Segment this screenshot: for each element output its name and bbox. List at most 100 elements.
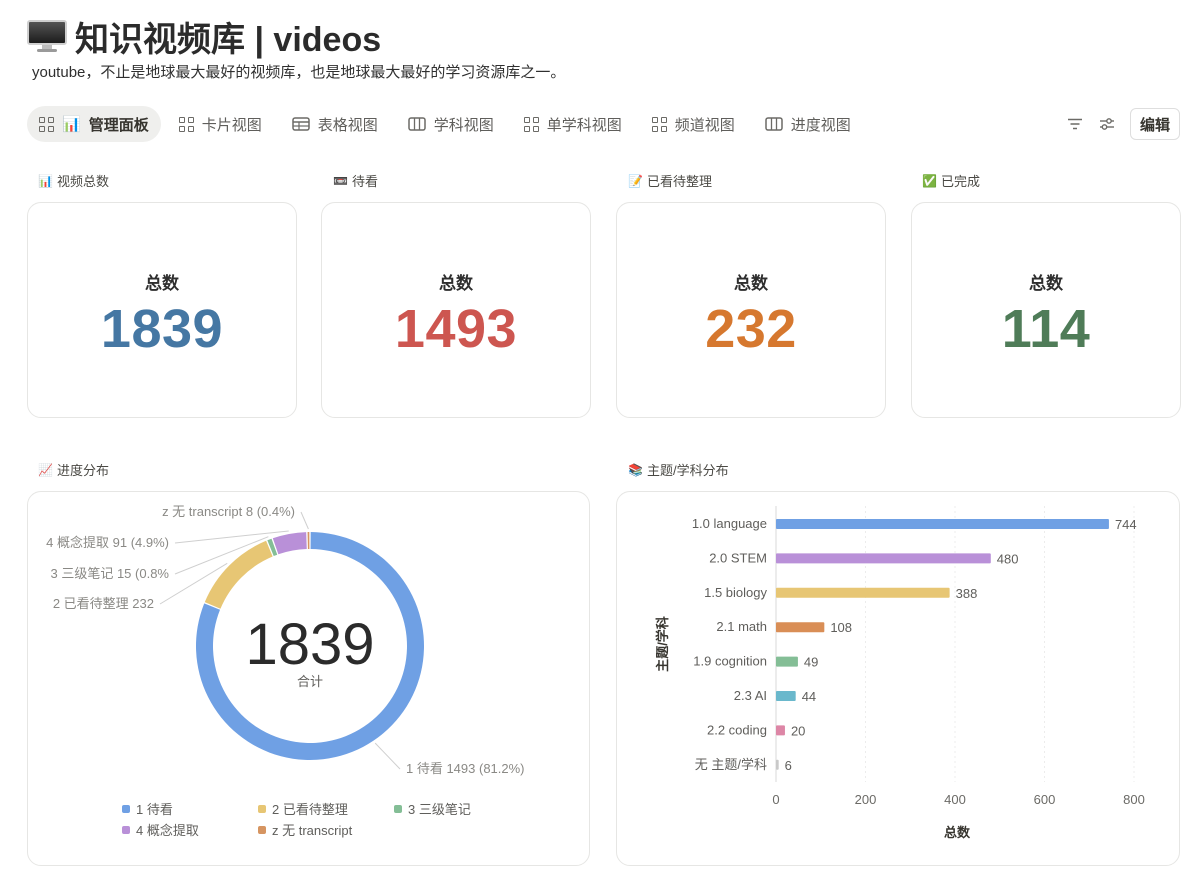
stat-label: 总数 [145, 274, 179, 293]
bar[interactable] [776, 759, 779, 770]
y-tick-label: 无 主题/学科 [695, 757, 767, 772]
bar-value-label: 20 [791, 723, 805, 738]
view-toolbar: 编辑 [1066, 108, 1180, 140]
videocassette-emoji-icon: 📼 [333, 173, 348, 188]
section-label-total: 📊 视频总数 [38, 171, 109, 190]
tab-table-view[interactable]: 表格视图 [280, 106, 390, 142]
section-label-subject: 📚 主题/学科分布 [628, 460, 729, 479]
y-tick-label: 2.2 coding [707, 722, 767, 737]
donut-slice-label: 1 待看 1493 (81.2%) [406, 761, 525, 776]
x-axis-label: 总数 [944, 825, 971, 840]
bar-value-label: 49 [804, 655, 818, 670]
legend-item[interactable]: 4 概念提取 [136, 823, 199, 838]
legend-item[interactable]: 2 已看待整理 [272, 802, 348, 817]
grid-icon [39, 116, 54, 132]
section-label-progress: 📈 进度分布 [38, 460, 109, 479]
desktop-computer-icon [27, 20, 67, 52]
section-label-text: 主题/学科分布 [646, 463, 729, 478]
bar[interactable] [776, 622, 825, 633]
bar[interactable] [776, 519, 1109, 529]
legend-swatch [394, 805, 402, 813]
tab-subject-view[interactable]: 学科视图 [396, 106, 506, 142]
stat-value: 232 [705, 299, 797, 359]
settings-sliders-icon[interactable] [1098, 115, 1116, 133]
donut-slice[interactable] [204, 540, 273, 609]
donut-slice-label: 4 概念提取 91 (4.9%) [46, 535, 169, 550]
subject-chart-card: 0 200 400 600 800 1.0 language 744 2.0 STEM 480 1… [616, 491, 1180, 866]
legend-item[interactable]: z 无 transcript [272, 823, 353, 838]
grid-icon [523, 116, 539, 132]
stat-label: 总数 [439, 274, 473, 293]
legend-item[interactable]: 1 待看 [136, 802, 173, 817]
memo-emoji-icon: 📝 [628, 173, 643, 188]
chart-increasing-emoji-icon: 📈 [38, 462, 53, 477]
section-label-text: 已看待整理 [646, 174, 712, 189]
tab-channel-view[interactable]: 频道视图 [640, 106, 747, 142]
tab-label: 卡片视图 [201, 116, 262, 134]
donut-slice-label: z 无 transcript 8 (0.4%) [162, 504, 295, 519]
tab-label: 频道视图 [674, 116, 735, 134]
grid-icon [178, 116, 194, 132]
donut-slice-label: 2 已看待整理 232 [53, 596, 154, 611]
page-title-text: 知识视频库 | videos [75, 20, 382, 59]
donut-leader-line [300, 511, 309, 530]
y-tick-label: 2.1 math [716, 619, 767, 634]
bar[interactable] [776, 587, 950, 598]
legend-swatch [122, 805, 130, 813]
tab-card-view[interactable]: 卡片视图 [167, 106, 274, 142]
progress-donut-chart: 1 待看 1493 (81.2%) 2 已看待整理 232 3 三级笔记 15 (0… [46, 504, 525, 838]
check-mark-emoji-icon: ✅ [922, 173, 937, 188]
tab-dashboard[interactable]: 📊 管理面板 [27, 106, 161, 142]
bar-value-label: 44 [802, 689, 816, 704]
section-label-to-watch: 📼 待看 [333, 171, 378, 190]
donut-slice-label: 3 三级笔记 15 (0.8% [51, 566, 170, 581]
stat-value: 114 [1001, 299, 1091, 359]
columns-icon [407, 117, 426, 131]
donut-leader-line [374, 742, 401, 770]
view-tabs: 📊 管理面板 卡片视图 表格视图 学科视图 单学科视图 频道视图 进度视图 [27, 106, 869, 142]
y-axis-label: 主题/学科 [655, 616, 670, 672]
donut-slice[interactable] [307, 532, 310, 550]
donut-center-label: 合计 [297, 674, 323, 689]
bar-value-label: 108 [830, 620, 852, 635]
tab-label: 单学科视图 [546, 116, 622, 134]
books-emoji-icon: 📚 [628, 462, 643, 477]
edit-button[interactable]: 编辑 [1129, 108, 1180, 140]
bar[interactable] [776, 656, 798, 667]
bar[interactable] [776, 725, 785, 736]
page-header: 知识视频库 | videos youtube，不止是地球最大最好的视频库，也是地… [27, 14, 565, 82]
legend-swatch [122, 826, 130, 834]
tab-label: 学科视图 [433, 116, 494, 134]
tab-label: 管理面板 [88, 116, 149, 134]
legend-item[interactable]: 3 三级笔记 [408, 802, 471, 817]
y-tick-label: 1.0 language [692, 516, 767, 531]
legend-swatch [258, 826, 266, 834]
tab-single-subject-view[interactable]: 单学科视图 [512, 106, 634, 142]
x-tick-label: 600 [1034, 792, 1056, 807]
stat-label: 总数 [734, 274, 768, 293]
tab-label: 表格视图 [317, 116, 378, 134]
filter-icon[interactable] [1066, 115, 1084, 133]
legend-swatch [258, 805, 266, 813]
stat-card-to-watch: 总数 1493 [321, 202, 591, 418]
bar-value-label: 6 [785, 758, 792, 773]
stat-value: 1839 [100, 299, 224, 359]
donut-slice[interactable] [272, 532, 307, 555]
bar-value-label: 388 [956, 586, 978, 601]
grid-icon [651, 116, 667, 132]
section-label-text: 待看 [351, 174, 378, 189]
x-tick-label: 800 [1123, 792, 1145, 807]
y-tick-label: 2.0 STEM [709, 550, 767, 565]
tab-label: 进度视图 [790, 116, 851, 134]
y-tick-label: 1.5 biology [704, 585, 767, 600]
bar[interactable] [776, 691, 796, 701]
tab-progress-view[interactable]: 进度视图 [753, 106, 863, 142]
bar-value-label: 744 [1115, 517, 1137, 532]
subject-bar-chart: 0 200 400 600 800 1.0 language 744 2.0 STEM 480 1… [655, 506, 1145, 840]
section-label-completed: ✅ 已完成 [922, 171, 980, 190]
donut-center-value: 1839 [245, 612, 374, 677]
bar[interactable] [776, 553, 991, 564]
y-tick-label: 2.3 AI [734, 688, 767, 703]
chart-emoji-icon: 📊 [62, 116, 81, 133]
section-label-text: 视频总数 [56, 174, 109, 189]
